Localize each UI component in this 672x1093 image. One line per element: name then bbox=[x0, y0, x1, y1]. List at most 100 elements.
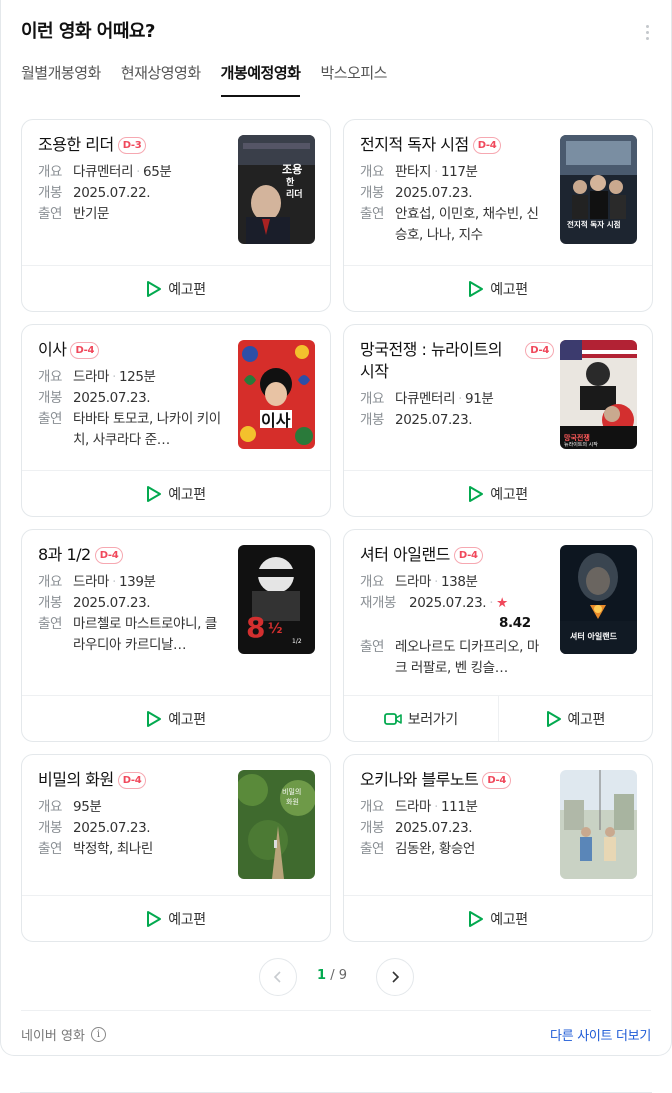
info-icon[interactable]: i bbox=[90, 1027, 106, 1042]
tab-upcoming[interactable]: 개봉예정영화 bbox=[220, 58, 301, 97]
poster-omniscient-reader-image[interactable]: 전지적 독자 시점 bbox=[560, 135, 637, 244]
panel-title: 이런 영화 어때요? bbox=[21, 21, 155, 42]
cast-label: 출연 bbox=[38, 841, 63, 857]
more-sites-link[interactable]: 다른 사이트 더보기 bbox=[550, 1025, 651, 1044]
dday-badge: D-4 bbox=[70, 342, 100, 359]
movie-card[interactable]: 8과 1/2 D-4 개요 드라마 · 139분 개봉 2025.07.23. 출연 마르첼… bbox=[21, 529, 331, 742]
cast-value: 반기문 bbox=[73, 206, 110, 222]
release-label: 개봉 bbox=[360, 820, 385, 836]
runtime-value: 125분 bbox=[118, 369, 156, 385]
release-label: 개봉 bbox=[38, 185, 63, 201]
release-label: 개봉 bbox=[38, 390, 63, 406]
genre-label: 개요 bbox=[38, 164, 63, 180]
category-tabs: 월별개봉영화 현재상영영화 개봉예정영화 박스오피스 bbox=[21, 58, 407, 98]
movie-card[interactable]: 망국전쟁 : 뉴라이트의 시작 D-4 개요 다큐멘터리 · 91분 개봉 2025.07… bbox=[343, 324, 653, 517]
cast-label: 출연 bbox=[38, 616, 63, 632]
poster-moving-image[interactable]: 이사 bbox=[238, 340, 315, 449]
svg-text:망국전쟁: 망국전쟁 bbox=[564, 433, 590, 442]
poster-secret-garden-image[interactable]: 비밀의 화원 bbox=[238, 770, 315, 879]
poster-mangguk-image[interactable]: 망국전쟁 뉴라이트의 시작 bbox=[560, 340, 637, 449]
movie-card[interactable]: 조용한 리더 D-3 개요 다큐멘터리 · 65분 개봉 2025.07.22. 출연 반기… bbox=[21, 119, 331, 312]
trailer-button[interactable]: 예고편 bbox=[22, 266, 330, 311]
current-page: 1 bbox=[317, 968, 327, 983]
play-icon bbox=[147, 710, 162, 727]
movie-info: 망국전쟁 : 뉴라이트의 시작 D-4 개요 다큐멘터리 · 91분 개봉 2025.07… bbox=[360, 339, 554, 431]
trailer-button[interactable]: 예고편 bbox=[22, 471, 330, 516]
trailer-button[interactable]: 예고편 bbox=[22, 696, 330, 741]
tab-monthly-releases[interactable]: 월별개봉영화 bbox=[21, 58, 101, 97]
poster-okinawa-image[interactable] bbox=[560, 770, 637, 879]
pagination: 1 / 9 bbox=[1, 958, 672, 996]
svg-text:리더: 리더 bbox=[286, 188, 303, 200]
play-icon bbox=[469, 485, 484, 502]
release-date: 2025.07.23. bbox=[409, 595, 487, 611]
dday-badge: D-3 bbox=[117, 137, 147, 154]
watch-button[interactable]: 보러가기 bbox=[344, 696, 498, 741]
movie-card[interactable]: 비밀의 화원 D-4 개요 95분 개봉 2025.07.23. 출연 박정학, 최나린… bbox=[21, 754, 331, 942]
trailer-button[interactable]: 예고편 bbox=[22, 896, 330, 941]
svg-text:1/2: 1/2 bbox=[292, 638, 302, 645]
source-label: 네이버 영화 i bbox=[21, 1025, 106, 1044]
movie-title[interactable]: 셔터 아일랜드 D-4 bbox=[360, 544, 550, 566]
dday-badge: D-4 bbox=[94, 547, 124, 564]
genre-value: 다큐멘터리 bbox=[73, 164, 134, 180]
genre-value: 드라마 bbox=[73, 574, 110, 590]
release-date: 2025.07.23. bbox=[395, 412, 473, 428]
movie-info: 셔터 아일랜드 D-4 개요 드라마 · 138분 재개봉 2025.07.23. · ★ 8… bbox=[360, 544, 550, 679]
movie-title[interactable]: 이사 D-4 bbox=[38, 339, 228, 361]
tab-box-office[interactable]: 박스오피스 bbox=[320, 58, 387, 97]
chevron-right-icon bbox=[392, 971, 400, 983]
trailer-button[interactable]: 예고편 bbox=[497, 696, 653, 741]
trailer-button[interactable]: 예고편 bbox=[344, 896, 652, 941]
star-icon: ★ bbox=[496, 595, 508, 611]
movie-title[interactable]: 비밀의 화원 D-4 bbox=[38, 769, 228, 791]
chevron-left-icon bbox=[273, 971, 281, 983]
movie-info: 8과 1/2 D-4 개요 드라마 · 139분 개봉 2025.07.23. 출연 마르첼… bbox=[38, 544, 228, 656]
cast-label: 출연 bbox=[38, 411, 63, 427]
panel-header: 이런 영화 어때요? bbox=[21, 18, 657, 46]
svg-text:8: 8 bbox=[246, 611, 265, 644]
release-date: 2025.07.22. bbox=[73, 185, 151, 201]
poster-shutter-island-image[interactable]: 셔터 아일랜드 bbox=[560, 545, 637, 654]
movie-info: 전지적 독자 시점 D-4 개요 판타지 · 117분 개봉 2025.07.23. 출연… bbox=[360, 134, 550, 246]
cast-value: 안효섭, 이민호, 채수빈, 신승호, 나나, 지수 bbox=[395, 206, 539, 243]
movie-title[interactable]: 조용한 리더 D-3 bbox=[38, 134, 228, 156]
svg-text:셔터 아일랜드: 셔터 아일랜드 bbox=[570, 631, 618, 641]
movie-card[interactable]: 이사 D-4 개요 드라마 · 125분 개봉 2025.07.23. 출연 타바타 토모코… bbox=[21, 324, 331, 517]
prev-page-button[interactable] bbox=[259, 958, 297, 996]
movie-title[interactable]: 8과 1/2 D-4 bbox=[38, 544, 228, 566]
genre-value: 드라마 bbox=[73, 369, 110, 385]
movie-info: 이사 D-4 개요 드라마 · 125분 개봉 2025.07.23. 출연 타바타 토모코… bbox=[38, 339, 228, 451]
dday-badge: D-4 bbox=[482, 772, 512, 789]
movie-title[interactable]: 망국전쟁 : 뉴라이트의 시작 D-4 bbox=[360, 339, 554, 383]
more-options-icon[interactable] bbox=[637, 20, 657, 44]
tab-now-showing[interactable]: 현재상영영화 bbox=[121, 58, 201, 97]
runtime-value: 95분 bbox=[73, 799, 102, 815]
trailer-button[interactable]: 예고편 bbox=[344, 471, 652, 516]
movie-card[interactable]: 셔터 아일랜드 D-4 개요 드라마 · 138분 재개봉 2025.07.23. · ★ 8… bbox=[343, 529, 653, 742]
play-icon bbox=[469, 910, 484, 927]
cast-label: 출연 bbox=[360, 841, 385, 857]
release-date: 2025.07.23. bbox=[73, 595, 151, 611]
total-pages: 9 bbox=[338, 968, 347, 983]
movie-card[interactable]: 전지적 독자 시점 D-4 개요 판타지 · 117분 개봉 2025.07.23. 출연… bbox=[343, 119, 653, 312]
trailer-button[interactable]: 예고편 bbox=[344, 266, 652, 311]
movie-card[interactable]: 오키나와 블루노트 D-4 개요 드라마 · 111분 개봉 2025.07.23. 출연… bbox=[343, 754, 653, 942]
poster-8-half-image[interactable]: 8 ½ 1/2 bbox=[238, 545, 315, 654]
poster-quiet-leader-image[interactable]: 조용 한 리더 bbox=[238, 135, 315, 244]
dday-badge: D-4 bbox=[117, 772, 147, 789]
svg-text:전지적 독자 시점: 전지적 독자 시점 bbox=[567, 219, 621, 229]
genre-label: 개요 bbox=[38, 799, 63, 815]
genre-label: 개요 bbox=[360, 391, 385, 407]
next-page-button[interactable] bbox=[376, 958, 414, 996]
genre-value: 판타지 bbox=[395, 164, 432, 180]
runtime-value: 91분 bbox=[465, 391, 494, 407]
play-icon bbox=[546, 710, 561, 727]
dday-badge: D-4 bbox=[453, 547, 483, 564]
dday-badge: D-4 bbox=[472, 137, 502, 154]
movie-title[interactable]: 전지적 독자 시점 D-4 bbox=[360, 134, 550, 156]
page-indicator: 1 / 9 bbox=[317, 968, 347, 983]
genre-label: 개요 bbox=[360, 799, 385, 815]
movie-title[interactable]: 오키나와 블루노트 D-4 bbox=[360, 769, 550, 791]
cast-value: 타바타 토모코, 나카이 키이치, 사쿠라다 준… bbox=[73, 411, 221, 448]
